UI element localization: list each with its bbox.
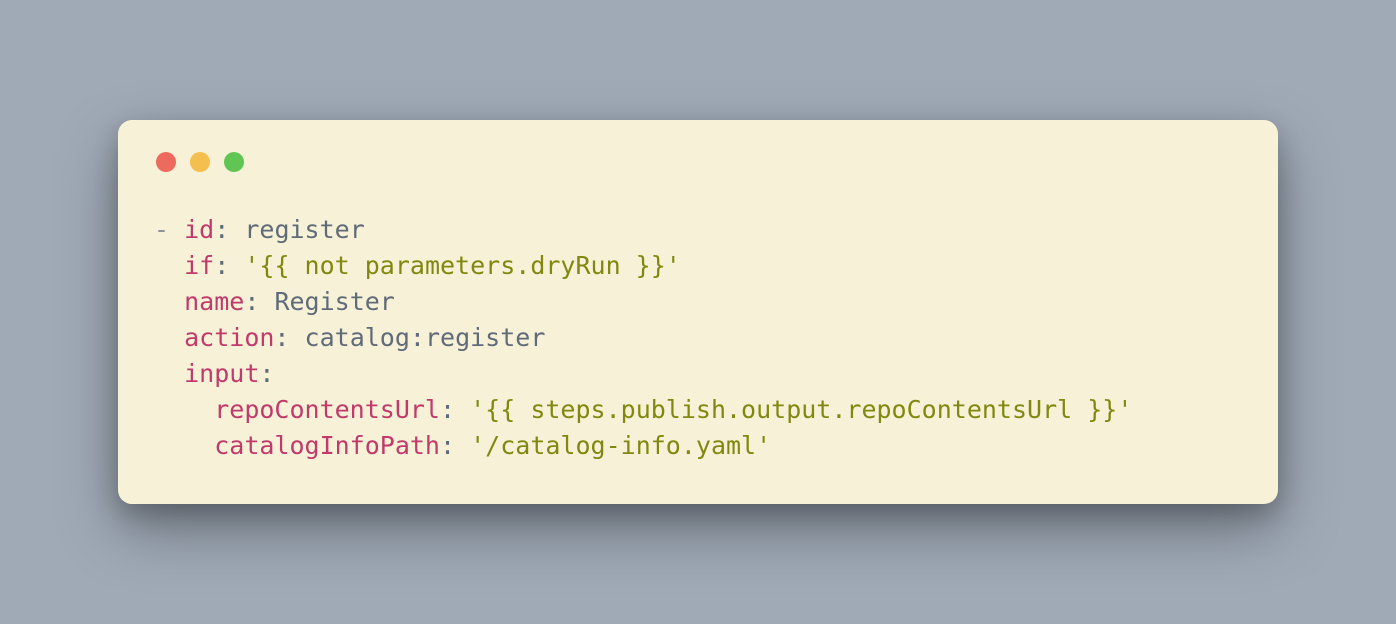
yaml-colon: : (410, 323, 425, 352)
indent (154, 359, 184, 388)
indent (154, 287, 184, 316)
yaml-value-id: register (244, 215, 364, 244)
close-icon[interactable] (156, 152, 176, 172)
yaml-value-name: Register (274, 287, 394, 316)
yaml-key-action: action (184, 323, 274, 352)
yaml-value-action-ns: catalog (305, 323, 410, 352)
indent (154, 251, 184, 280)
yaml-value-catalogInfoPath: '/catalog-info.yaml' (470, 431, 771, 460)
yaml-colon: : (440, 395, 455, 424)
space (229, 215, 244, 244)
indent (154, 431, 214, 460)
yaml-key-if: if (184, 251, 214, 280)
yaml-colon: : (244, 287, 259, 316)
space (259, 287, 274, 316)
yaml-key-catalogInfoPath: catalogInfoPath (214, 431, 440, 460)
maximize-icon[interactable] (224, 152, 244, 172)
yaml-key-input: input (184, 359, 259, 388)
yaml-key-name: name (184, 287, 244, 316)
yaml-value-repoContentsUrl: '{{ steps.publish.output.repoContentsUrl… (470, 395, 1132, 424)
code-block: - id: register if: '{{ not parameters.dr… (154, 212, 1242, 464)
space (289, 323, 304, 352)
space (229, 251, 244, 280)
yaml-colon: : (440, 431, 455, 460)
yaml-dash: - (154, 215, 184, 244)
yaml-colon: : (259, 359, 274, 388)
window-traffic-lights (154, 152, 1242, 172)
yaml-key-id: id (184, 215, 214, 244)
yaml-colon: : (214, 251, 229, 280)
yaml-colon: : (214, 215, 229, 244)
indent (154, 323, 184, 352)
code-window: - id: register if: '{{ not parameters.dr… (118, 120, 1278, 504)
space (455, 431, 470, 460)
yaml-value-action-name: register (425, 323, 545, 352)
indent (154, 395, 214, 424)
yaml-colon: : (274, 323, 289, 352)
yaml-value-if: '{{ not parameters.dryRun }}' (244, 251, 681, 280)
space (455, 395, 470, 424)
yaml-key-repoContentsUrl: repoContentsUrl (214, 395, 440, 424)
minimize-icon[interactable] (190, 152, 210, 172)
